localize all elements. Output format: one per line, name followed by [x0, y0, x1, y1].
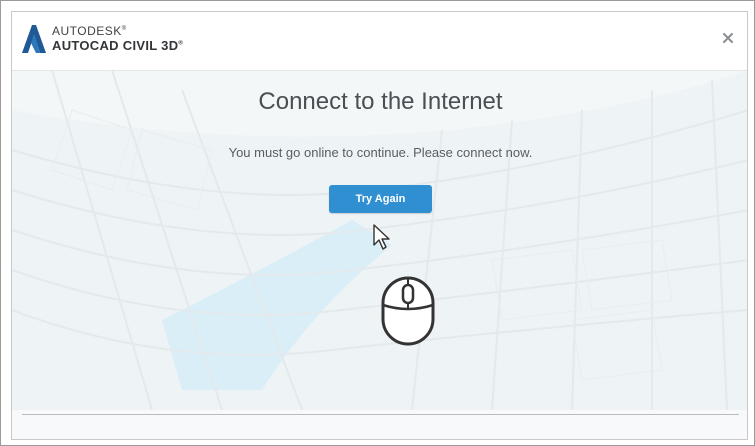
- dialog-title: Connect to the Internet: [258, 88, 503, 115]
- brand-company: AUTODESK®: [52, 24, 127, 38]
- dialog-message: You must go online to continue. Please c…: [228, 145, 533, 160]
- mouse-click-icon: [381, 276, 435, 346]
- dialog-header: AUTODESK® AUTOCAD CIVIL 3D®: [12, 12, 747, 71]
- footer-divider: [22, 414, 739, 415]
- arrow-cursor-icon: [373, 224, 390, 250]
- brand-product: AUTOCAD CIVIL 3D®: [52, 38, 184, 53]
- try-again-button[interactable]: Try Again: [329, 185, 432, 213]
- close-icon[interactable]: [721, 31, 735, 45]
- screenshot-frame: AUTODESK® AUTOCAD CIVIL 3D® Connect to t…: [0, 0, 755, 446]
- autodesk-a-icon: [22, 25, 46, 53]
- connect-dialog: AUTODESK® AUTOCAD CIVIL 3D® Connect to t…: [11, 11, 748, 440]
